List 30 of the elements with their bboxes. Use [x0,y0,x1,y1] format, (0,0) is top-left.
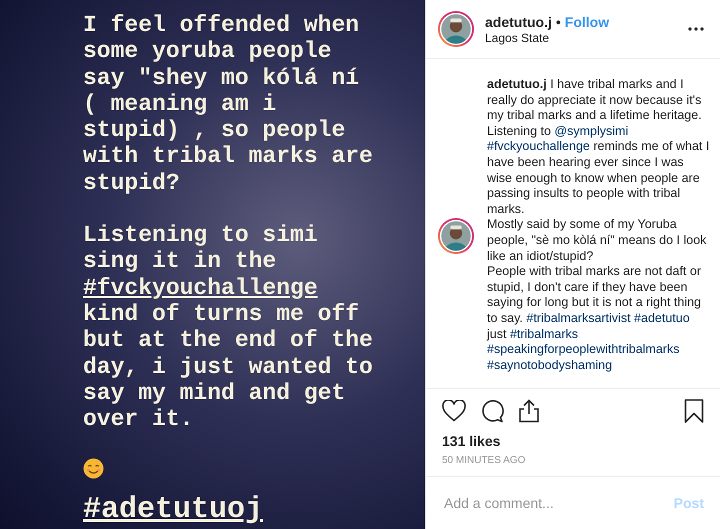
username-link[interactable]: adetutuo.j [485,13,552,31]
story-text: Listening to simi sing it in the #fvckyouchallenge kind of turns me off but at the end of the day, i just wanted to say my mind and get over it. [83,222,374,432]
hashtag-link[interactable]: #tribalmarks [510,326,578,340]
post-time: 50 MINUTES AGO [442,455,526,466]
heart-icon[interactable] [442,400,466,422]
share-icon[interactable] [518,399,540,423]
hashtag-link[interactable]: #speakingforpeoplewithtribalmarks [487,342,680,356]
hashtag-link[interactable]: #adetutuo [634,310,690,325]
caption-text: Mostly said by some of my Yoruba people, "sè mo kòlá ní" means do I look like an idiot/stupid? [487,217,708,264]
mention-link[interactable]: @symplysimi [554,124,628,138]
story-text: I feel offended when some yoruba people say "shey mo kólá ní ( meaning am i stupid) , so people with tribal marks are stupid? [83,12,374,196]
hashtag-link[interactable]: #tribalmarksartivist [526,310,631,325]
smiley-icon [83,458,104,480]
comment-icon[interactable] [480,399,504,423]
hashtag-link[interactable]: #saynotobodyshaming [487,358,612,372]
username-link[interactable]: adetutuo.j [487,77,547,91]
comment-field[interactable]: Add a comment... [442,494,674,512]
avatar[interactable] [437,217,475,256]
hashtag: #fvckyouchallenge [83,274,318,301]
story-hashtag: #adetutuoj [83,497,264,524]
caption-text: Listening to @symplysimi #fvckyouchallenge reminds me of what I have been hearing ever since I was wise enough to know when people are passing insults to people with tribal marks. [487,124,710,218]
caption-text: adetutuo.j I have tribal marks and I really do appreciate it now because it's my tribal marks and a lifetime heritage. [487,77,703,124]
location-link[interactable]: Lagos State [485,31,610,45]
avatar[interactable] [437,10,475,48]
more-icon[interactable] [688,27,704,31]
caption-text: People with tribal marks are not daft or stupid, I don't care if they have been saying for long but it is not a right thing to say. #tribalmarksartivist #adetutuo just #tribalmarks #speakingforpeoplewithtribalmarks #saynotobodyshaming [487,264,702,374]
hashtag-link[interactable]: #fvckyouchallenge [487,139,590,154]
bookmark-icon[interactable] [684,399,704,423]
likes-count[interactable]: 131 likes [442,433,704,449]
separator-dot: • [556,13,561,31]
